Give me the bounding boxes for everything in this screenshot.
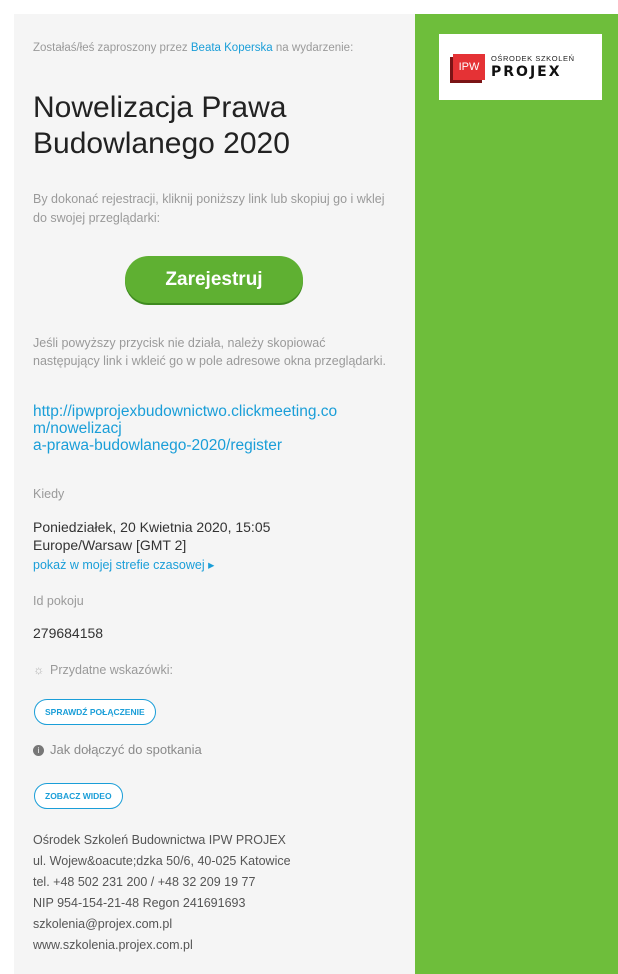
registration-link-line: http://ipwprojexbudownictwo.clickmeeting…	[33, 403, 338, 420]
footer-line: tel. +48 502 231 200 / +48 32 209 19 77	[33, 875, 256, 889]
event-title: Nowelizacja Prawa Budowlanego 2020	[33, 91, 290, 160]
join-help-label: Jak dołączyć do spotkania	[50, 742, 202, 757]
invite-prefix: Zostałaś/łeś zaproszony przez	[33, 42, 191, 54]
footer-line: ul. Wojew&oacute;dzka 50/6, 40-025 Katow…	[33, 854, 291, 868]
event-timezone: Europe/Warsaw [GMT 2]	[33, 537, 187, 553]
footer-email[interactable]: szkolenia@projex.com.pl	[33, 914, 393, 935]
registration-instructions: By dokonać rejestracji, kliknij poniższy…	[33, 192, 385, 225]
when-label: Kiedy	[33, 487, 65, 501]
room-id-value: 279684158	[33, 625, 104, 641]
registration-link-line: m/nowelizacj	[33, 420, 122, 437]
room-id-label: Id pokoju	[33, 594, 84, 608]
footer-line: NIP 954-154-21-48 Regon 241691693	[33, 896, 246, 910]
tips-label: Przydatne wskazówki:	[50, 663, 173, 677]
info-icon: i	[33, 745, 44, 756]
logo-tagline: OŚRODEK SZKOLEŃ	[491, 54, 575, 63]
registration-link-line: a-prawa-budowlanego-2020/register	[33, 437, 283, 454]
join-help-text: i Jak dołączyć do spotkania	[33, 742, 202, 757]
tips-heading: ☼ Przydatne wskazówki:	[33, 663, 173, 677]
company-logo[interactable]: IPW OŚRODEK SZKOLEŃ PROJEX	[439, 34, 602, 100]
fallback-instructions: Jeśli powyższy przycisk nie działa, nale…	[33, 336, 386, 368]
logo-wordmark: PROJEX	[491, 64, 562, 80]
registration-link[interactable]: http://ipwprojexbudownictwo.clickmeeting…	[33, 403, 398, 454]
host-link[interactable]: Beata Koperska	[191, 42, 273, 54]
invite-suffix: na wydarzenie:	[272, 42, 354, 54]
invite-message: Zostałaś/łeś zaproszony przez Beata Kope…	[33, 40, 373, 57]
register-button[interactable]: Zarejestruj	[125, 256, 303, 303]
footer-line: Ośrodek Szkoleń Budownictwa IPW PROJEX	[33, 833, 286, 847]
brand-sidebar: IPW OŚRODEK SZKOLEŃ PROJEX	[415, 14, 618, 974]
lightbulb-icon: ☼	[33, 663, 45, 677]
logo-badge: IPW	[453, 54, 485, 80]
company-footer: Ośrodek Szkoleń Budownictwa IPW PROJEX u…	[33, 830, 393, 956]
footer-website[interactable]: www.szkolenia.projex.com.pl	[33, 935, 393, 956]
local-timezone-link[interactable]: pokaż w mojej strefie czasowej ▸	[33, 557, 214, 572]
check-connection-button[interactable]: SPRAWDŹ POŁĄCZENIE	[34, 699, 156, 725]
event-date: Poniedziałek, 20 Kwietnia 2020, 15:05	[33, 519, 271, 535]
watch-video-button[interactable]: ZOBACZ WIDEO	[34, 783, 123, 809]
